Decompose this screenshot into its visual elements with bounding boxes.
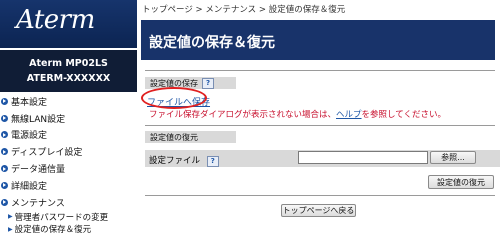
triangle-right-icon: ▶ — [8, 225, 13, 233]
title-bar: 設定値の保存＆復元 — [141, 20, 495, 60]
arrow-bullet-icon — [1, 114, 8, 122]
page-title: 設定値の保存＆復元 — [149, 35, 275, 51]
nav-sub-admin-password[interactable]: ▶ 管理者パスワードの変更 — [0, 211, 137, 224]
arrow-bullet-icon — [1, 97, 8, 105]
logo-text: Aterm — [16, 5, 95, 35]
back-to-top-button[interactable]: トップページへ戻る — [281, 204, 356, 217]
file-path-input[interactable] — [298, 151, 428, 164]
browse-button[interactable]: 参照... — [430, 151, 476, 164]
dialog-note: ファイル保存ダイアログが表示されない場合は、ヘルプを参照してください。 — [149, 108, 446, 120]
file-label-text: 設定ファイル — [149, 156, 201, 166]
main-content: トップページ > メンテナンス > 設定値の保存＆復元 設定値の保存＆復元 設定… — [141, 0, 500, 240]
device-name: ATERM-XXXXXX — [26, 73, 111, 84]
nav-item-advanced[interactable]: 詳細設定 — [0, 177, 137, 194]
nav-label: 基本設定 — [11, 97, 48, 108]
nav-item-display[interactable]: ディスプレイ設定 — [0, 143, 137, 160]
nav-label: ディスプレイ設定 — [11, 148, 83, 159]
model-info: Aterm MP02LS ATERM-XXXXXX — [0, 50, 137, 92]
nav-label: データ通信量 — [11, 165, 66, 176]
model-name: Aterm MP02LS — [29, 58, 108, 69]
note-text-after: を参照してください。 — [361, 110, 447, 120]
divider — [145, 70, 495, 71]
nav-label: メンテナンス — [11, 198, 65, 209]
triangle-right-icon: ▶ — [8, 213, 13, 221]
arrow-bullet-icon — [1, 198, 8, 206]
nav-sub-save-restore[interactable]: ▶ 設定値の保存＆復元 — [0, 223, 137, 236]
restore-section-heading: 設定値の復元 — [145, 131, 236, 143]
help-icon[interactable]: ? — [202, 77, 214, 89]
arrow-bullet-icon — [1, 165, 8, 173]
highlight-circle — [141, 87, 207, 109]
aterm-logo: Aterm — [0, 0, 137, 48]
nav-item-power[interactable]: 電源設定 — [0, 127, 137, 144]
note-text: ファイル保存ダイアログが表示されない場合は、 — [149, 110, 337, 120]
nav-sub-label: 管理者パスワードの変更 — [14, 212, 109, 223]
nav-item-basic[interactable]: 基本設定 — [0, 93, 137, 110]
file-label: 設定ファイル ? — [149, 154, 219, 167]
sidebar-nav: 基本設定 無線LAN設定 電源設定 ディスプレイ設定 データ通信量 詳細設定 メ… — [0, 93, 137, 236]
divider — [145, 125, 495, 126]
arrow-bullet-icon — [1, 148, 8, 156]
breadcrumb: トップページ > メンテナンス > 設定値の保存＆復元 — [142, 5, 346, 15]
nav-label: 無線LAN設定 — [11, 114, 66, 125]
restore-button[interactable]: 設定値の復元 — [428, 175, 494, 189]
nav-label: 電源設定 — [11, 131, 48, 142]
nav-item-maintenance[interactable]: メンテナンス — [0, 194, 137, 211]
divider — [145, 195, 495, 196]
arrow-bullet-icon — [1, 181, 8, 189]
help-icon[interactable]: ? — [206, 156, 219, 167]
nav-sub-label: 設定値の保存＆復元 — [14, 225, 92, 236]
restore-heading-text: 設定値の復元 — [150, 132, 198, 142]
help-link[interactable]: ヘルプ — [336, 110, 362, 120]
nav-item-wireless-lan[interactable]: 無線LAN設定 — [0, 110, 137, 127]
sidebar: Aterm Aterm MP02LS ATERM-XXXXXX 基本設定 無線L… — [0, 0, 137, 240]
nav-label: 詳細設定 — [11, 181, 48, 192]
nav-item-data-usage[interactable]: データ通信量 — [0, 160, 137, 177]
arrow-bullet-icon — [1, 131, 8, 139]
